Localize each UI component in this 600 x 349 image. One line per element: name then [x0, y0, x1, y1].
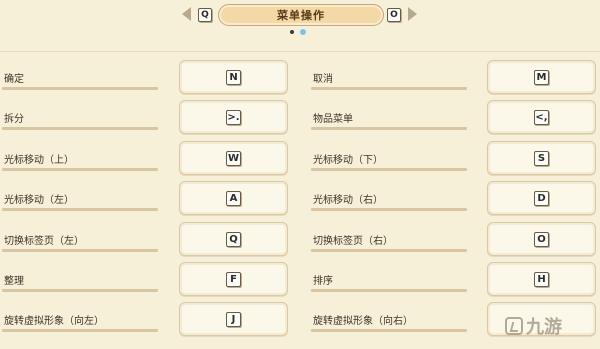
- label-underline: [2, 249, 158, 252]
- key-cap: S: [534, 151, 549, 166]
- keybind-button[interactable]: A: [179, 181, 288, 215]
- key-cap: O: [534, 232, 549, 247]
- action-label: 排序: [313, 276, 333, 287]
- key-cap: H: [534, 272, 549, 287]
- label-underline: [2, 87, 158, 90]
- keybind-button[interactable]: W: [179, 141, 288, 175]
- action-label: 切换标签页（右）: [313, 236, 393, 247]
- label-underline: [311, 127, 467, 130]
- label-underline: [311, 168, 467, 171]
- header-divider: [0, 51, 600, 52]
- keybind-button[interactable]: <,: [487, 100, 596, 134]
- action-label: 物品菜单: [313, 114, 353, 125]
- key-cap: >.: [226, 110, 241, 125]
- keybind-row: 光标移动（上） W 光标移动（下） S: [0, 141, 600, 177]
- page-indicator: [290, 29, 306, 35]
- page-dot-1: [290, 30, 294, 34]
- action-label: 光标移动（左）: [4, 195, 74, 206]
- key-cap: <,: [534, 110, 549, 125]
- label-underline: [2, 208, 158, 211]
- keybind-row: 整理 F 排序 H: [0, 262, 600, 298]
- action-label: 确定: [4, 74, 24, 85]
- key-cap: F: [226, 272, 241, 287]
- key-cap: N: [226, 70, 241, 85]
- keybind-button[interactable]: Q: [179, 222, 288, 256]
- action-label: 光标移动（下）: [313, 155, 383, 166]
- label-underline: [311, 87, 467, 90]
- next-tab-arrow-icon[interactable]: [408, 7, 417, 21]
- prev-tab-key: Q: [198, 8, 212, 22]
- key-cap: Q: [226, 232, 241, 247]
- keybind-row: 切换标签页（左） Q 切换标签页（右） O: [0, 222, 600, 258]
- action-label: 取消: [313, 74, 333, 85]
- keybind-row: 确定 N 取消 M: [0, 60, 600, 96]
- keybind-button[interactable]: D: [487, 181, 596, 215]
- key-cap: A: [226, 191, 241, 206]
- key-cap: W: [226, 151, 241, 166]
- watermark-logo-icon: [505, 317, 523, 335]
- page-title: 菜单操作: [218, 4, 384, 26]
- keybind-button[interactable]: F: [179, 262, 288, 296]
- page-dot-2-active: [300, 29, 306, 35]
- label-underline: [311, 208, 467, 211]
- keybind-row: 光标移动（左） A 光标移动（右） D: [0, 181, 600, 217]
- label-underline: [2, 127, 158, 130]
- label-underline: [2, 289, 158, 292]
- action-label: 旋转虚拟形象（向右）: [313, 316, 413, 327]
- label-underline: [311, 289, 467, 292]
- keybind-button[interactable]: H: [487, 262, 596, 296]
- action-label: 拆分: [4, 114, 24, 125]
- keybind-button[interactable]: >.: [179, 100, 288, 134]
- action-label: 切换标签页（左）: [4, 236, 84, 247]
- action-label: 光标移动（上）: [4, 155, 74, 166]
- action-label: 旋转虚拟形象（向左）: [4, 316, 104, 327]
- keybind-button[interactable]: S: [487, 141, 596, 175]
- keybind-row: 拆分 >. 物品菜单 <,: [0, 100, 600, 136]
- action-label: 光标移动（右）: [313, 195, 383, 206]
- label-underline: [2, 168, 158, 171]
- keybind-button[interactable]: N: [179, 60, 288, 94]
- watermark: 九游: [505, 313, 562, 339]
- next-tab-key: O: [387, 8, 401, 22]
- keybind-button[interactable]: J: [179, 302, 288, 336]
- key-cap: J: [226, 312, 241, 327]
- key-cap: D: [534, 191, 549, 206]
- prev-tab-arrow-icon[interactable]: [182, 7, 191, 21]
- keybind-button[interactable]: M: [487, 60, 596, 94]
- label-underline: [311, 249, 467, 252]
- key-cap: M: [534, 70, 549, 85]
- action-label: 整理: [4, 276, 24, 287]
- label-underline: [311, 329, 467, 332]
- keybind-button[interactable]: O: [487, 222, 596, 256]
- watermark-text: 九游: [526, 317, 562, 338]
- label-underline: [2, 329, 158, 332]
